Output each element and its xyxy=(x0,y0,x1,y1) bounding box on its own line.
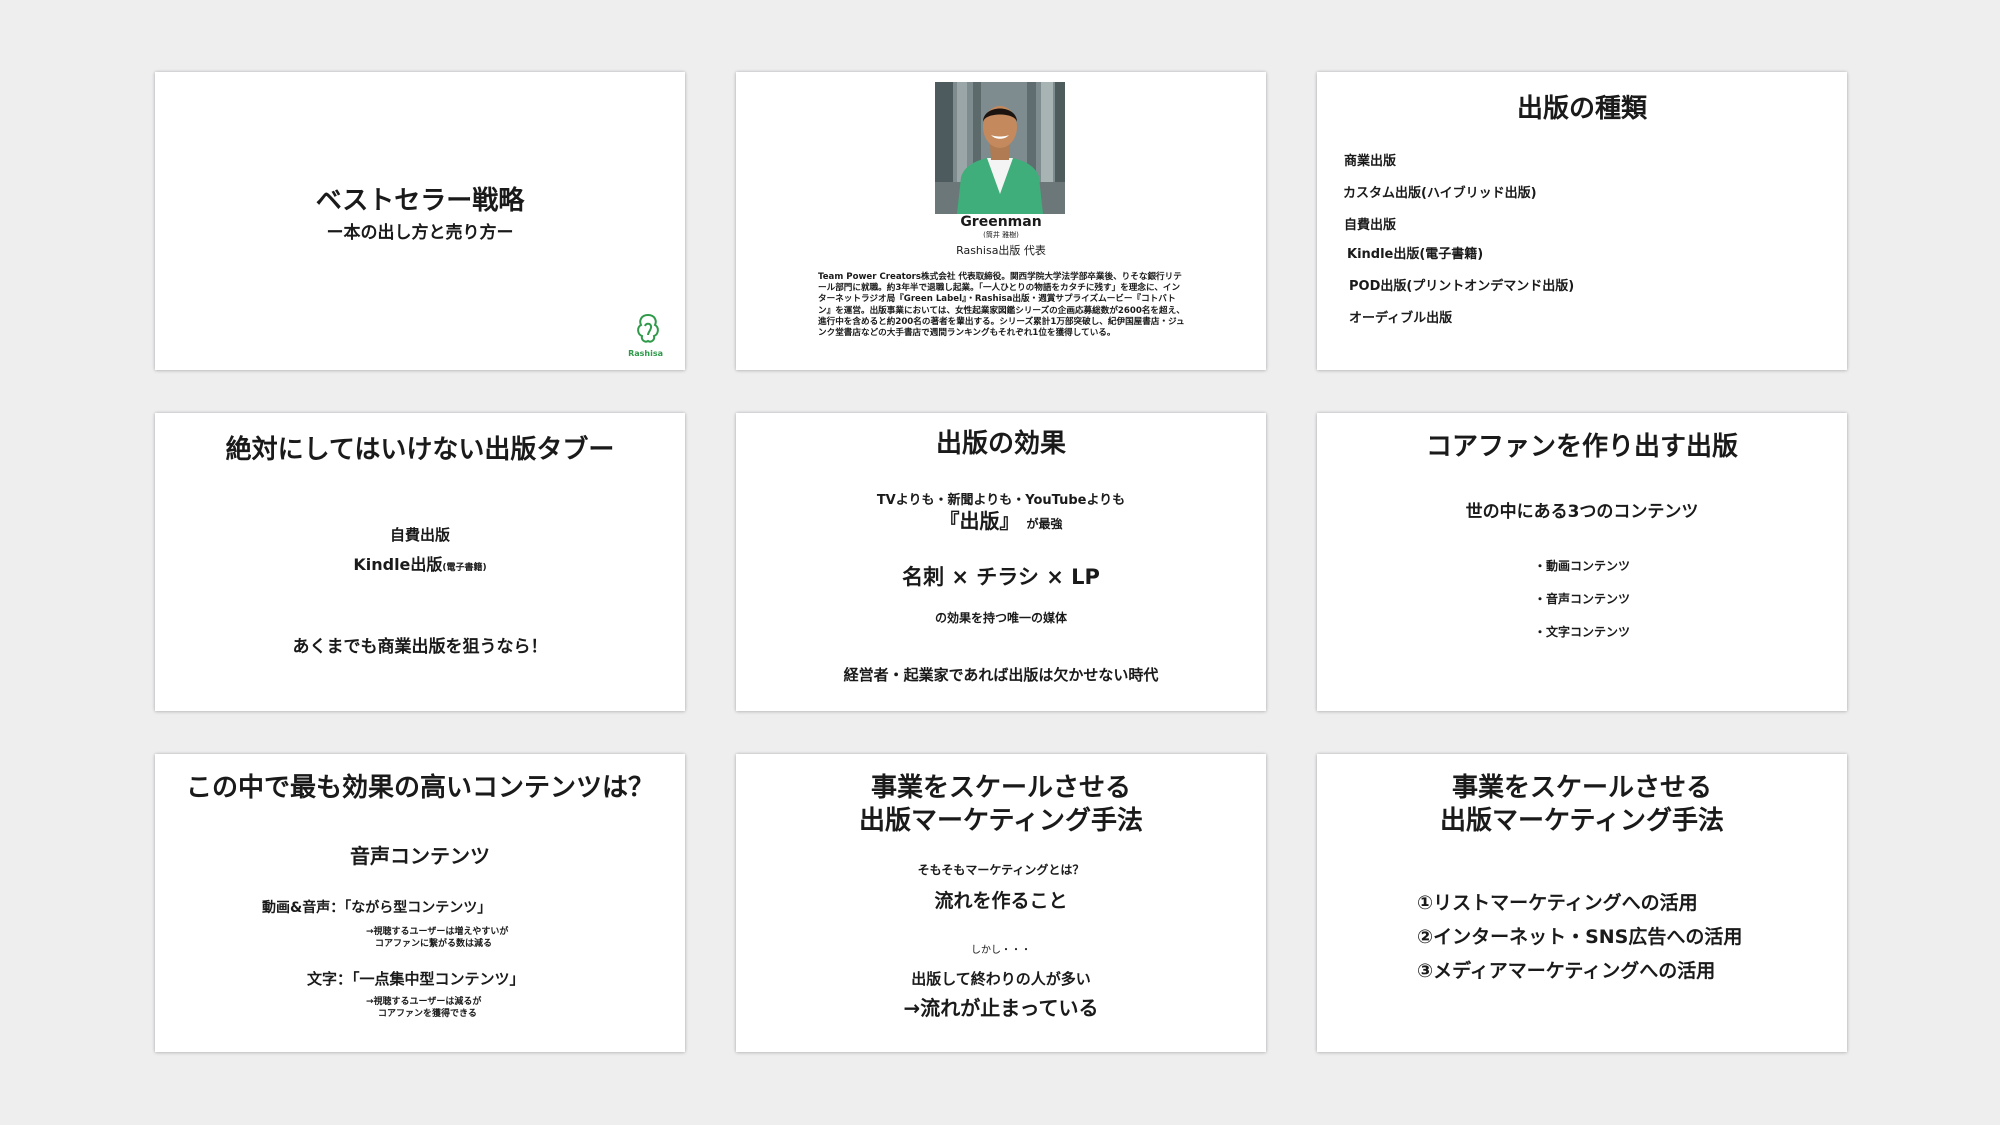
profile-role: Rashisa出版 代表 xyxy=(956,244,1046,257)
slide-note: →視聴するユーザーは増えやすいが コアファンに繋がる数は減る xyxy=(366,927,509,949)
slide-title: 事業をスケールさせる xyxy=(870,773,1131,803)
slide-text: しかし・・・ xyxy=(971,945,1031,956)
profile-photo xyxy=(935,82,1065,214)
slide-text: 動画&音声：「ながら型コンテンツ」 xyxy=(262,900,492,916)
slide-thumbnail-2[interactable]: Greenman (筒井 雅樹) Rashisa出版 代表 Team Power… xyxy=(736,72,1266,370)
slide-thumbnail-7[interactable]: この中で最も効果の高いコンテンツは？ 音声コンテンツ 動画&音声：「ながら型コン… xyxy=(155,754,685,1052)
slide-text: 『出版』 が最強 xyxy=(939,509,1063,533)
slide-text: 流れを作ること xyxy=(934,890,1068,912)
rashisa-logo-icon xyxy=(637,313,659,343)
slide-thumbnail-6[interactable]: コアファンを作り出す出版 世の中にある3つのコンテンツ ・動画コンテンツ ・音声… xyxy=(1317,413,1847,711)
list-item: Kindle出版(電子書籍) xyxy=(1347,247,1484,262)
slide-title: 事業をスケールさせる xyxy=(1451,773,1712,803)
slide-title: ベストセラー戦略 xyxy=(315,186,525,216)
slide-text: そもそもマーケティングとは？ xyxy=(917,863,1085,877)
list-item: オーディブル出版 xyxy=(1349,311,1453,326)
slide-title: 出版の種類 xyxy=(1516,94,1647,124)
list-item: ③メディアマーケティングへの活用 xyxy=(1417,960,1716,982)
slide-thumbnail-5[interactable]: 出版の効果 TVよりも・新聞よりも・YouTubeよりも 『出版』 が最強 名刺… xyxy=(736,413,1266,711)
slide-text: 出版して終わりの人が多い xyxy=(911,970,1091,988)
slide-text: あくまでも商業出版を狙うなら！ xyxy=(292,637,548,657)
logo-text: Rashisa xyxy=(628,349,663,358)
slide-title: 絶対にしてはいけない出版タブー xyxy=(225,435,615,465)
list-item: ①リストマーケティングへの活用 xyxy=(1417,892,1698,914)
slide-title: コアファンを作り出す出版 xyxy=(1425,432,1738,462)
list-item: 自費出版 xyxy=(1344,218,1397,233)
slide-thumbnail-4[interactable]: 絶対にしてはいけない出版タブー 自費出版 Kindle出版(電子書籍) あくまで… xyxy=(155,413,685,711)
list-item: 商業出版 xyxy=(1344,154,1397,169)
list-item: ・動画コンテンツ xyxy=(1533,559,1630,573)
slide-title: 出版の効果 xyxy=(935,429,1066,459)
slide-text: →流れが止まっている xyxy=(903,996,1099,1020)
list-item: ②インターネット・SNS広告への活用 xyxy=(1417,926,1743,948)
slide-text: 名刺 × チラシ × LP xyxy=(902,565,1100,589)
list-item: ・音声コンテンツ xyxy=(1533,592,1630,606)
list-item: ・文字コンテンツ xyxy=(1533,625,1630,639)
slide-text: の効果を持つ唯一の媒体 xyxy=(934,611,1067,625)
slide-text: Kindle出版(電子書籍) xyxy=(353,555,487,574)
slide-thumbnail-1[interactable]: ベストセラー戦略 ー本の出し方と売り方ー Rashisa xyxy=(155,72,685,370)
slide-subtitle: ー本の出し方と売り方ー xyxy=(326,223,514,243)
slide-title: 出版マーケティング手法 xyxy=(859,806,1143,836)
slide-text: 経営者・起業家であれば出版は欠かせない時代 xyxy=(843,666,1159,684)
slide-subtitle: 音声コンテンツ xyxy=(350,844,490,868)
slide-thumbnail-8[interactable]: 事業をスケールさせる 出版マーケティング手法 そもそもマーケティングとは？ 流れ… xyxy=(736,754,1266,1052)
profile-bio: Team Power Creators株式会社 代表取締役。関西学院大学法学部卒… xyxy=(818,272,1185,339)
slide-text: 文字：「一点集中型コンテンツ」 xyxy=(307,970,525,988)
slide-thumbnail-3[interactable]: 出版の種類 商業出版 カスタム出版(ハイブリッド出版) 自費出版 Kindle出… xyxy=(1317,72,1847,370)
profile-name-kana: (筒井 雅樹) xyxy=(983,231,1019,239)
slide-title: この中で最も効果の高いコンテンツは？ xyxy=(185,773,654,803)
slide-thumbnail-9[interactable]: 事業をスケールさせる 出版マーケティング手法 ①リストマーケティングへの活用 ②… xyxy=(1317,754,1847,1052)
list-item: POD出版(プリントオンデマンド出版) xyxy=(1349,279,1575,294)
slide-title: 出版マーケティング手法 xyxy=(1440,806,1724,836)
slide-note: →視聴するユーザーは減るが コアファンを獲得できる xyxy=(366,997,482,1019)
list-item: カスタム出版(ハイブリッド出版) xyxy=(1343,186,1537,201)
slide-text: 自費出版 xyxy=(389,526,450,544)
slide-subtitle: 世の中にある3つのコンテンツ xyxy=(1465,502,1699,522)
profile-name: Greenman xyxy=(960,214,1042,230)
